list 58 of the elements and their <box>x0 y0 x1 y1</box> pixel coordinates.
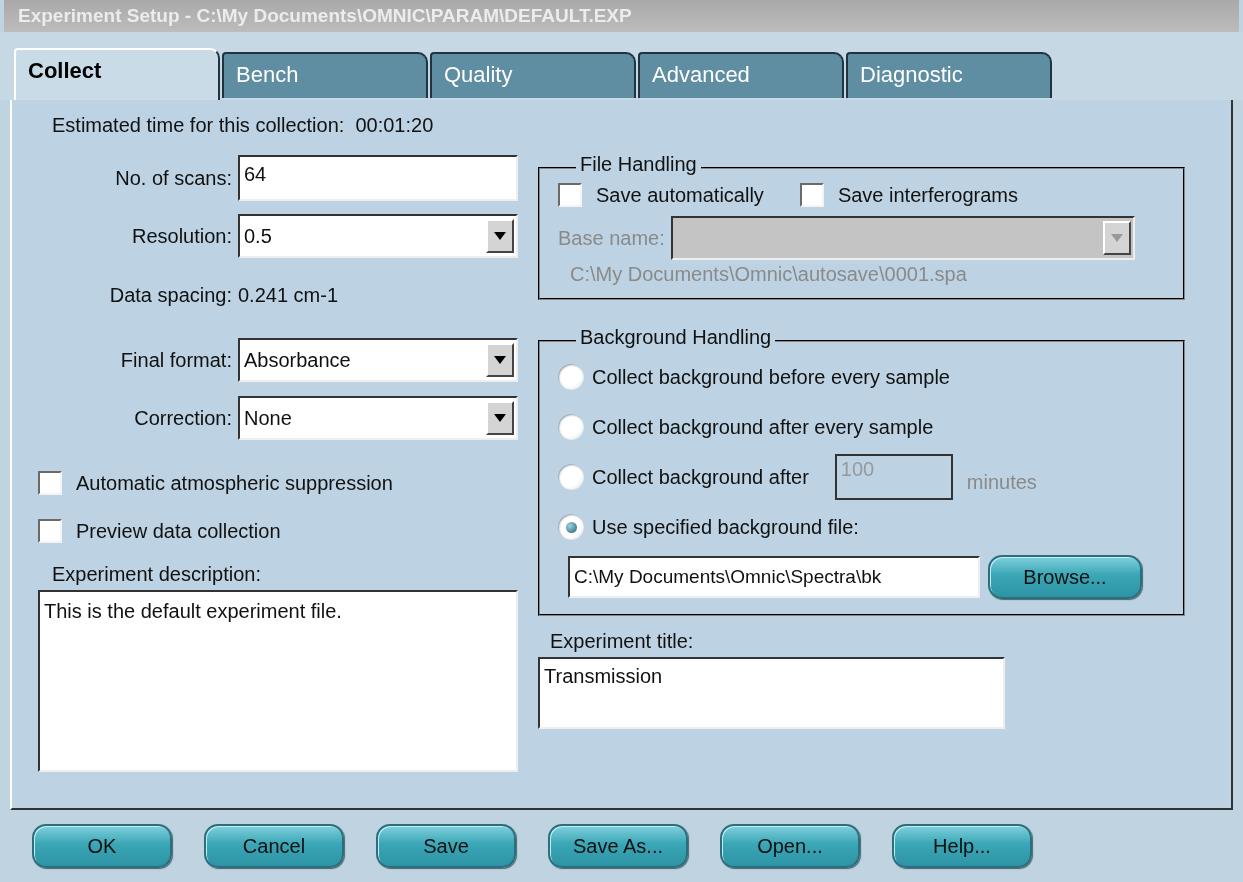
dialog-button[interactable]: Open... <box>720 824 860 868</box>
estimated-time: Estimated time for this collection: 00:01:20 <box>51 114 435 137</box>
browse-button[interactable]: Browse... <box>988 555 1142 599</box>
group-title: Background Handling <box>576 326 776 349</box>
checkbox-label: Preview data collection <box>76 519 281 543</box>
tab[interactable]: Diagnostic <box>846 52 1052 98</box>
radio-button[interactable] <box>558 464 584 490</box>
radio-label: Collect background before every sample <box>592 365 950 389</box>
radio-button[interactable] <box>558 364 584 390</box>
reading-value: 0.241 cm-1 <box>238 283 339 307</box>
checkbox[interactable] <box>38 519 62 543</box>
checkbox[interactable] <box>38 471 62 495</box>
field-label: Experiment description: <box>52 563 262 586</box>
radio-label: Collect background after every sample <box>592 415 934 439</box>
tab[interactable]: Bench <box>222 52 428 98</box>
field-label: Correction: <box>133 406 232 430</box>
dropdown-arrow-icon <box>493 231 507 241</box>
field-label: Data spacing: <box>108 283 232 307</box>
text-area[interactable]: Transmission <box>538 657 1005 729</box>
dropdown-value: 0.5 <box>244 224 272 248</box>
field-label: Experiment title: <box>550 630 695 653</box>
radio-label: Use specified background file: <box>592 515 859 539</box>
dropdown-value: None <box>244 406 292 430</box>
checkbox[interactable] <box>558 183 582 207</box>
checkbox-label: Save interferograms <box>837 183 1018 207</box>
field-label: Base name: <box>558 226 665 250</box>
window-title: Experiment Setup - C:\My Documents\OMNIC\PARAM\DEFAULT.EXP <box>4 0 1239 32</box>
dropdown-arrow-icon <box>493 413 507 423</box>
dialog-button[interactable]: OK <box>32 824 172 868</box>
file-path: C:\My Documents\Omnic\autosave\0001.spa <box>569 263 968 286</box>
tab[interactable]: Collect <box>14 48 220 100</box>
dialog-button[interactable]: Save As... <box>548 824 688 868</box>
dropdown[interactable]: 0.5 <box>238 214 518 258</box>
radio-button[interactable] <box>558 514 584 540</box>
minutes-field: 100 <box>834 454 953 500</box>
unit-label: minutes <box>966 469 1037 494</box>
checkbox[interactable] <box>799 183 824 207</box>
dialog-button[interactable]: Cancel <box>204 824 344 868</box>
dropdown-arrow-icon <box>493 355 507 365</box>
dropdown-value: Absorbance <box>244 348 351 372</box>
field-label: Final format: <box>119 348 232 372</box>
dialog-button[interactable]: Help... <box>892 824 1032 868</box>
input-field[interactable]: 64 <box>238 155 518 201</box>
checkbox-label: Automatic atmospheric suppression <box>76 471 393 495</box>
input-field[interactable]: C:\My Documents\Omnic\Spectra\bk <box>568 556 980 598</box>
group-title: File Handling <box>576 153 701 176</box>
field-label: No. of scans: <box>114 166 232 190</box>
dropdown[interactable]: None <box>238 396 518 440</box>
dialog-button[interactable]: Save <box>376 824 516 868</box>
text-area[interactable]: This is the default experiment file. <box>38 590 518 772</box>
tab[interactable]: Advanced <box>638 52 844 98</box>
field-label: Resolution: <box>130 224 232 248</box>
radio-button[interactable] <box>558 414 584 440</box>
dropdown[interactable]: Absorbance <box>238 338 518 382</box>
dropdown-arrow-icon <box>1109 233 1124 243</box>
radio-label: Collect background after <box>592 465 809 489</box>
tab[interactable]: Quality <box>430 52 636 98</box>
checkbox-label: Save automatically <box>596 183 764 207</box>
